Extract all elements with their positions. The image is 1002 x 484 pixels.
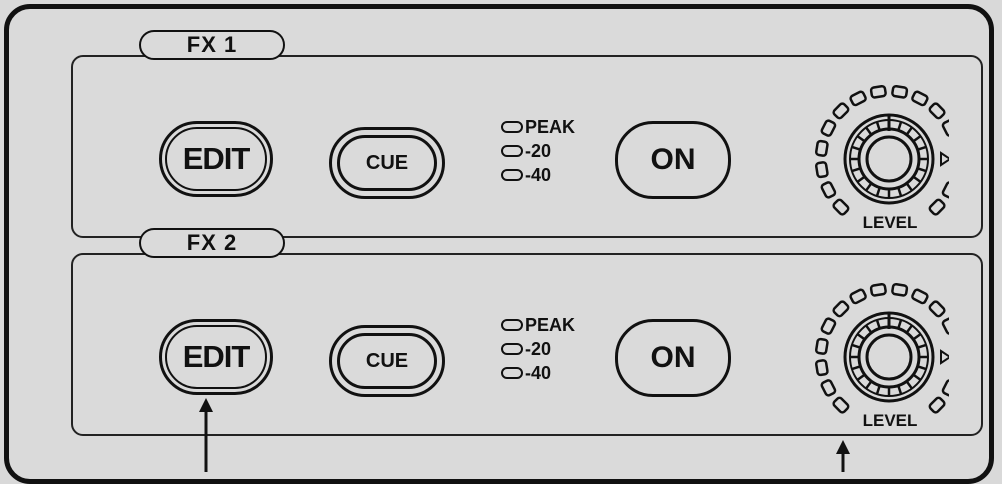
fx-2-level-label: LEVEL [855,411,925,431]
fx-1-level-label: LEVEL [855,213,925,233]
fx-1-level-knob[interactable]: LEVEL [759,59,964,244]
fx-2-level-meter: PEAK -20 -40 [501,313,575,385]
pointer-arrow-icon [836,440,850,472]
fx-1-label: FX 1 [139,30,285,60]
fx-1-on-button[interactable]: ON [615,121,731,199]
meter-peak-label: PEAK [525,314,576,335]
meter-20-label: -20 [525,140,552,161]
fx-1-level-meter: PEAK -20 -40 [501,115,575,187]
fx-1-cue-button[interactable]: CUE [329,127,445,199]
fx-1-edit-label: EDIT [165,127,267,191]
led-indicator-icon [501,319,523,331]
led-indicator-icon [501,145,523,157]
fx-strip-1: FX 1 EDIT CUE PEAK -20 -40 ON LEVEL [71,30,983,238]
led-indicator-icon [501,343,523,355]
led-indicator-icon [501,121,523,133]
fx-2-cue-label: CUE [337,333,437,389]
fx-1-edit-button[interactable]: EDIT [159,121,273,197]
meter-peak-label: PEAK [525,116,576,137]
fx-2-edit-button[interactable]: EDIT [159,319,273,395]
level-knob-icon [814,282,964,414]
fx-2-edit-label: EDIT [165,325,267,389]
meter-40-label: -40 [525,164,552,185]
fx-panel-frame: FX 1 EDIT CUE PEAK -20 -40 ON LEVEL FX 2… [4,4,994,484]
fx-2-level-knob[interactable]: LEVEL [759,257,964,442]
meter-40-label: -40 [525,362,552,383]
led-indicator-icon [501,367,523,379]
fx-2-on-button[interactable]: ON [615,319,731,397]
fx-2-label: FX 2 [139,228,285,258]
meter-20-label: -20 [525,338,552,359]
level-knob-icon [814,84,964,216]
fx-1-cue-label: CUE [337,135,437,191]
pointer-arrow-icon [199,398,213,472]
led-indicator-icon [501,169,523,181]
fx-2-cue-button[interactable]: CUE [329,325,445,397]
